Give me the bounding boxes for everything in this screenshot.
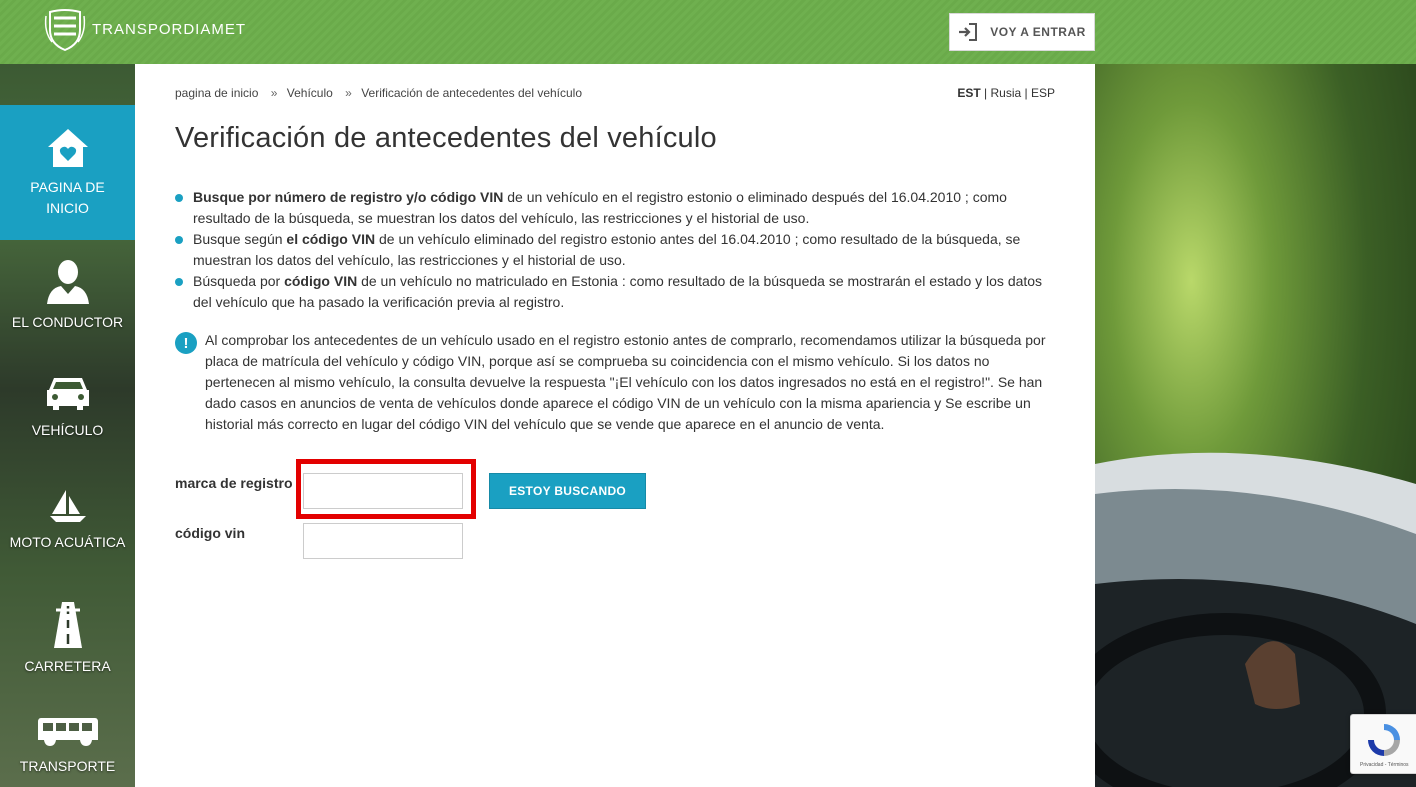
sidebar-item-watercraft[interactable]: MOTO ACUÁTICA — [0, 468, 135, 582]
vin-label: código vin — [175, 525, 245, 541]
vin-input[interactable] — [303, 523, 463, 559]
info-notice: ! Al comprobar los antecedentes de un ve… — [175, 330, 1055, 435]
sailboat-icon — [49, 490, 86, 522]
sidebar-item-vehicle[interactable]: VEHÍCULO — [0, 354, 135, 468]
lang-est[interactable]: EST — [957, 86, 980, 100]
info-exclamation-icon: ! — [175, 332, 197, 354]
breadcrumb-separator: » — [345, 86, 352, 100]
recaptcha-icon — [1368, 724, 1400, 756]
breadcrumb-link-vehicle[interactable]: Vehículo — [287, 86, 333, 100]
search-button[interactable]: ESTOY BUSCANDO — [489, 473, 646, 509]
sidebar-item-transport[interactable]: TRANSPORTE — [0, 696, 135, 787]
sidebar-item-driver[interactable]: EL CONDUCTOR — [0, 240, 135, 354]
list-item: Busque por número de registro y/o código… — [175, 187, 1055, 229]
sidebar-item-road[interactable]: CARRETERA — [0, 582, 135, 696]
login-label: VOY A ENTRAR — [990, 25, 1086, 39]
breadcrumb-link-home[interactable]: pagina de inicio — [175, 86, 258, 100]
sidebar-item-label: VEHÍCULO — [31, 422, 104, 438]
bullet-bold: Busque por número de registro y/o código… — [193, 189, 504, 205]
driver-person-icon — [46, 260, 89, 304]
right-background-photo — [1095, 64, 1416, 787]
lang-divider: | — [1024, 86, 1028, 100]
lang-rus[interactable]: Rusia — [990, 86, 1021, 100]
road-icon — [53, 602, 82, 648]
info-text: Al comprobar los antecedentes de un vehí… — [205, 332, 1046, 432]
car-icon — [46, 378, 89, 410]
list-item: Busque según el código VIN de un vehícul… — [175, 229, 1055, 271]
driving-photo — [1095, 452, 1416, 787]
login-button[interactable]: VOY A ENTRAR — [949, 13, 1095, 51]
breadcrumb-current: Verificación de antecedentes del vehícul… — [361, 86, 583, 100]
sidebar-item-label: EL CONDUCTOR — [11, 314, 124, 330]
home-heart-icon — [47, 129, 88, 167]
logo-text: TRANSPORDIAMET — [92, 20, 247, 38]
recaptcha-terms[interactable]: Privacidad - Términos — [1360, 762, 1409, 768]
registration-input[interactable] — [303, 473, 463, 509]
recaptcha-badge[interactable]: Privacidad - Términos — [1350, 714, 1416, 774]
breadcrumb: pagina de inicio » Vehículo » Verificaci… — [175, 86, 582, 100]
lang-divider: | — [984, 86, 988, 100]
lang-esp[interactable]: ESP — [1031, 86, 1055, 100]
page-title: Verificación de antecedentes del vehícul… — [175, 122, 717, 154]
bus-icon — [37, 718, 98, 746]
bullet-bold: código VIN — [284, 273, 358, 289]
registration-label: marca de registro — [175, 475, 293, 491]
search-options-list: Busque por número de registro y/o código… — [175, 187, 1055, 313]
sidebar-item-label: MOTO ACUÁTICA — [9, 534, 126, 550]
coat-of-arms-icon — [44, 9, 86, 52]
main-content: pagina de inicio » Vehículo » Verificaci… — [135, 64, 1095, 787]
bullet-bold: el código VIN — [286, 231, 376, 247]
sidebar-item-label: CARRETERA — [24, 658, 111, 674]
sidebar-item-home[interactable]: PAGINA DE INICIO — [0, 105, 135, 240]
list-item: Búsqueda por código VIN de un vehículo n… — [175, 271, 1055, 313]
sign-in-icon — [959, 23, 978, 41]
top-header: TRANSPORDIAMET VOY A ENTRAR — [0, 0, 1416, 64]
breadcrumb-separator: » — [270, 86, 278, 100]
sidebar-item-label: TRANSPORTE — [19, 758, 116, 774]
language-switcher: EST | Rusia | ESP — [957, 86, 1055, 100]
sidebar-nav: PAGINA DE INICIO EL CONDUCTOR VEHÍCULO M… — [0, 105, 135, 787]
sidebar-item-label: PAGINA DE INICIO — [30, 179, 105, 216]
bullet-text-before: Busque según — [193, 231, 287, 247]
bullet-text-before: Búsqueda por — [193, 273, 285, 289]
logo[interactable]: TRANSPORDIAMET — [42, 6, 246, 52]
